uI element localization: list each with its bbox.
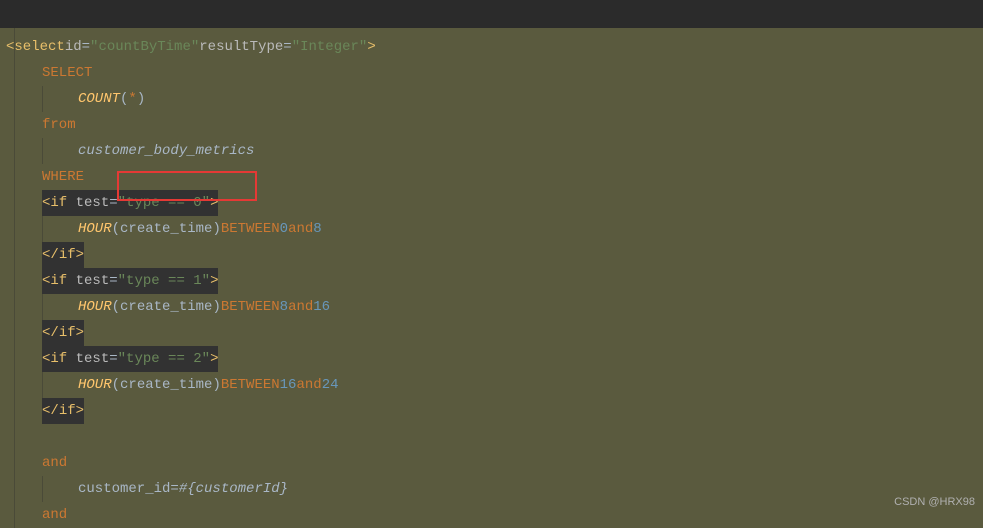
if-tag-open: <if test="type == 2">	[42, 346, 218, 372]
code-line: <if test="type == 2">	[6, 346, 983, 372]
code-line: WHERE	[6, 164, 983, 190]
code-line: from	[6, 112, 983, 138]
if-tag-open: <if test="type == 1">	[42, 268, 218, 294]
code-line: <select id="countByTime" resultType="Int…	[6, 34, 983, 60]
code-line: </if>	[6, 398, 983, 424]
code-line: SELECT	[6, 60, 983, 86]
code-line: <if test="type == 0">	[6, 190, 983, 216]
code-editor[interactable]: <select id="countByTime" resultType="Int…	[0, 28, 983, 528]
code-line: customer_body_metrics	[6, 138, 983, 164]
code-line: COUNT(*)	[6, 86, 983, 112]
code-line: </if>	[6, 320, 983, 346]
code-line: HOUR(create_time) BETWEEN 16 and 24	[6, 372, 983, 398]
code-line	[6, 424, 983, 450]
code-line: <if test="type == 1">	[6, 268, 983, 294]
code-line: </if>	[6, 242, 983, 268]
watermark: CSDN @HRX98	[894, 489, 975, 515]
code-line: HOUR(create_time) BETWEEN 0 and 8	[6, 216, 983, 242]
if-tag-close: </if>	[42, 242, 84, 268]
code-line: HOUR(create_time) BETWEEN 8 and 16	[6, 294, 983, 320]
code-line: customer_id = #{customerId}	[6, 476, 983, 502]
if-tag-close: </if>	[42, 398, 84, 424]
editor-top-bar	[0, 0, 983, 28]
if-tag-close: </if>	[42, 320, 84, 346]
code-line: and	[6, 450, 983, 476]
if-tag-open: <if test="type == 0">	[42, 190, 218, 216]
code-line: and	[6, 502, 983, 528]
